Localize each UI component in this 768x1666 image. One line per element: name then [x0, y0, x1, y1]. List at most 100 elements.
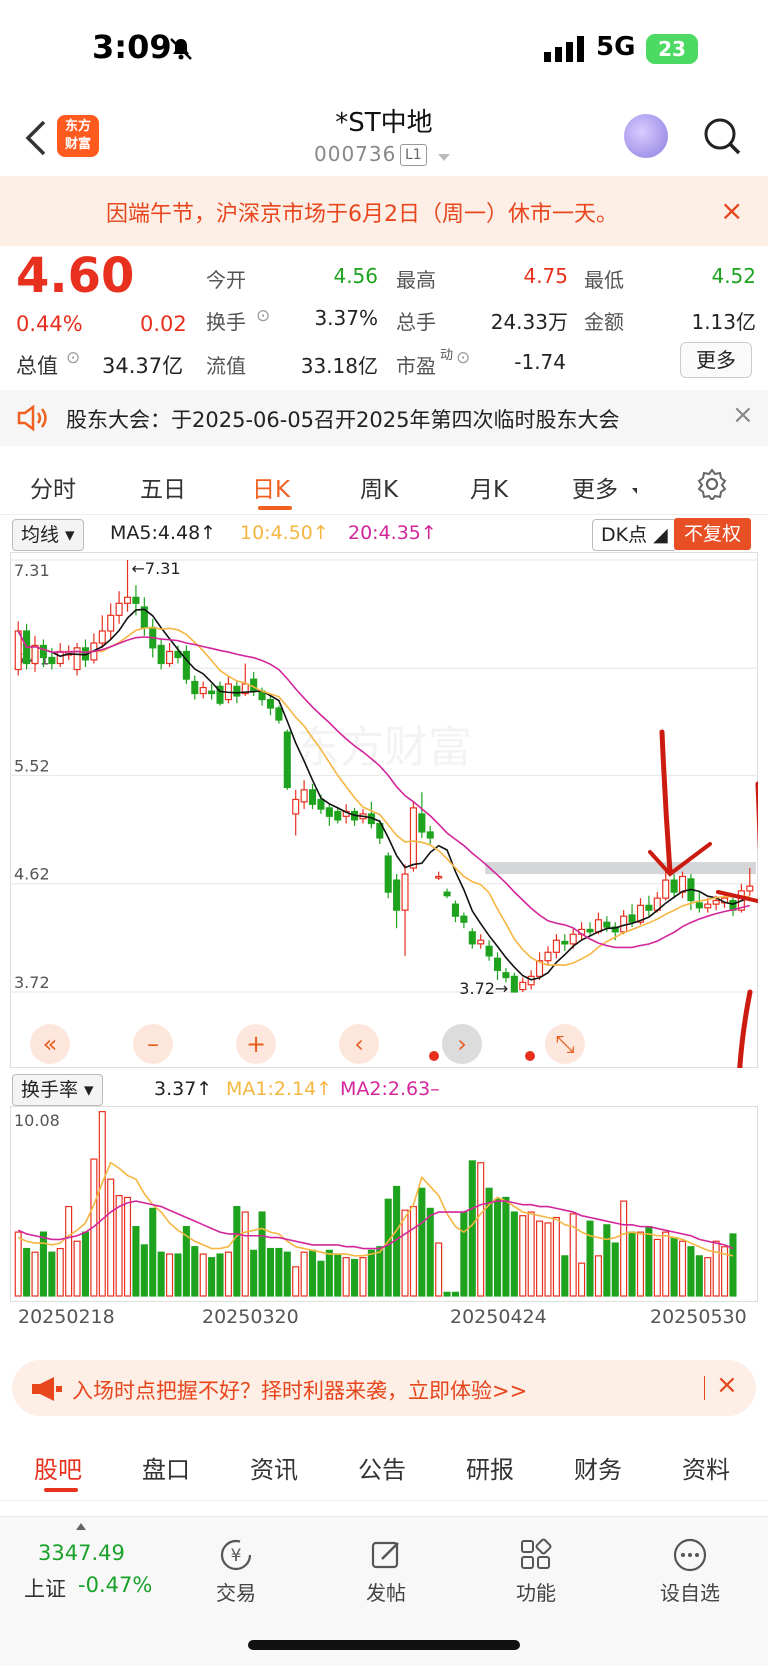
tab-more[interactable]: 更多	[572, 470, 618, 504]
pe-value: -1.74	[514, 350, 566, 374]
turnover-type-select[interactable]: 换手率 ▾	[12, 1074, 103, 1106]
candle-body	[451, 903, 460, 917]
candle-body	[166, 650, 174, 665]
turnover-bar	[233, 1205, 241, 1297]
tab-profile[interactable]: 资料	[682, 1450, 730, 1485]
candle-body	[123, 596, 132, 604]
tab-weekly-k[interactable]: 周K	[360, 470, 398, 504]
chevron-down-icon[interactable]	[438, 154, 450, 161]
tab-guba[interactable]: 股吧	[34, 1450, 82, 1485]
turnover-bar	[342, 1257, 350, 1297]
tab-monthly-k[interactable]: 月K	[470, 470, 508, 504]
amount-label: 金额	[584, 310, 624, 334]
kline-chart[interactable]: 东方财富7.316.415.524.623.72←7.313.72→«–+‹›⤡	[10, 552, 758, 1068]
turnover-type-label: 换手率	[21, 1079, 79, 1101]
candle-body	[460, 915, 468, 923]
candle-body	[519, 981, 527, 991]
prev-icon[interactable]: ‹	[354, 1030, 364, 1058]
turnover-bar	[317, 1260, 325, 1297]
add-watchlist-button[interactable]: 设自选	[640, 1537, 740, 1606]
last-price: 4.60	[16, 248, 135, 304]
meeting-bar[interactable]: 股东大会：于2025-06-05召开2025年第四次临时股东大会 ×	[0, 390, 768, 446]
candle-body	[586, 928, 594, 933]
tab-pankou[interactable]: 盘口	[142, 1450, 190, 1485]
search-icon[interactable]	[702, 114, 742, 158]
turnover-bar	[435, 1242, 443, 1297]
tab-five-day[interactable]: 五日	[140, 470, 186, 504]
network-type: 5G	[596, 32, 636, 62]
speaker-icon	[17, 404, 47, 432]
promo-banner[interactable]: 入场时点把握不好？择时利器来袭，立即体验>> ×	[12, 1360, 756, 1416]
tab-finance[interactable]: 财务	[574, 1450, 622, 1485]
turnover-bar	[409, 1205, 417, 1297]
tab-daily-k[interactable]: 日K	[252, 470, 290, 504]
amount-value: 1.13亿	[691, 310, 756, 334]
trade-button[interactable]: ¥ 交易	[186, 1537, 286, 1606]
gear-icon[interactable]	[696, 468, 728, 500]
turnover-bar	[594, 1255, 602, 1297]
zoom-out-icon[interactable]: –	[147, 1030, 159, 1058]
turnover-bar	[174, 1253, 182, 1297]
assistant-avatar[interactable]	[624, 114, 668, 158]
adjust-toggle[interactable]: 不复权	[674, 518, 752, 550]
post-button[interactable]: 发帖	[336, 1537, 436, 1606]
turnover-bar	[653, 1238, 661, 1297]
candle-body	[308, 789, 317, 805]
tab-intraday[interactable]: 分时	[30, 470, 76, 504]
turnover-bar	[729, 1233, 737, 1297]
battery-icon: 23	[646, 34, 698, 64]
turnover-bar	[351, 1258, 359, 1297]
quote-panel: 4.60 0.44% 0.02 今开 4.56 最高 4.75 最低 4.52 …	[0, 246, 768, 386]
turnover-bar	[48, 1251, 56, 1297]
turnover-value: 3.37%	[314, 306, 378, 330]
turnover-bar	[208, 1257, 216, 1297]
index-percent[interactable]: -0.47%	[78, 1573, 152, 1597]
level-badge[interactable]: L1	[400, 144, 427, 166]
close-icon[interactable]: ×	[732, 400, 754, 430]
close-icon[interactable]: ×	[720, 194, 743, 227]
candle-body	[645, 904, 653, 911]
more-button[interactable]: 更多	[680, 342, 752, 378]
home-indicator	[248, 1640, 520, 1650]
turnover-chart[interactable]: 10.08	[10, 1106, 758, 1302]
functions-button[interactable]: 功能	[486, 1537, 586, 1606]
candle-body	[292, 798, 300, 815]
turnover-bar	[384, 1198, 392, 1297]
zoom-in-icon[interactable]: +	[246, 1030, 266, 1058]
turnover-bar	[199, 1253, 207, 1297]
turnover-bar	[704, 1257, 712, 1297]
candle-body	[435, 875, 443, 879]
candle-body	[468, 931, 476, 945]
marker-dot	[525, 1051, 535, 1061]
tab-news[interactable]: 资讯	[250, 1450, 298, 1485]
candle-body	[620, 915, 628, 933]
next-icon[interactable]: ›	[457, 1030, 467, 1058]
close-icon[interactable]: ×	[716, 1370, 738, 1400]
turnover-indicator-row: 换手率 ▾ 3.37↑ MA1:2.14↑ MA2:2.63–	[0, 1072, 768, 1106]
candle-body	[14, 630, 22, 671]
tab-announcements[interactable]: 公告	[358, 1450, 406, 1485]
tab-research[interactable]: 研报	[466, 1450, 514, 1485]
dk-point-select[interactable]: DK点 ◢	[592, 519, 677, 551]
index-value[interactable]: 3347.49	[38, 1541, 125, 1565]
info-icon[interactable]: ⊙	[256, 306, 270, 326]
info-icon[interactable]: ⊙	[66, 348, 80, 368]
turnover-bar	[628, 1231, 636, 1297]
turnover-bar	[611, 1242, 619, 1297]
turnover-rate-value: 3.37↑	[154, 1078, 213, 1100]
fullscreen-icon[interactable]: ⤡	[555, 1030, 574, 1058]
candle-body	[115, 602, 123, 616]
x-date-label: 20250530	[650, 1306, 747, 1328]
ma-type-select[interactable]: 均线 ▾	[12, 519, 84, 551]
turnover-bar	[308, 1249, 317, 1297]
turnover-bar	[527, 1211, 535, 1297]
candle-body	[56, 650, 64, 665]
megaphone-icon	[32, 1377, 62, 1401]
chevron-up-icon[interactable]	[76, 1523, 86, 1530]
turnover-bar	[107, 1178, 115, 1297]
candle-body	[695, 902, 703, 909]
rewind-icon[interactable]: «	[43, 1030, 58, 1058]
candle-body	[300, 789, 308, 803]
candle-body	[275, 707, 283, 721]
index-name[interactable]: 上证	[24, 1573, 66, 1603]
